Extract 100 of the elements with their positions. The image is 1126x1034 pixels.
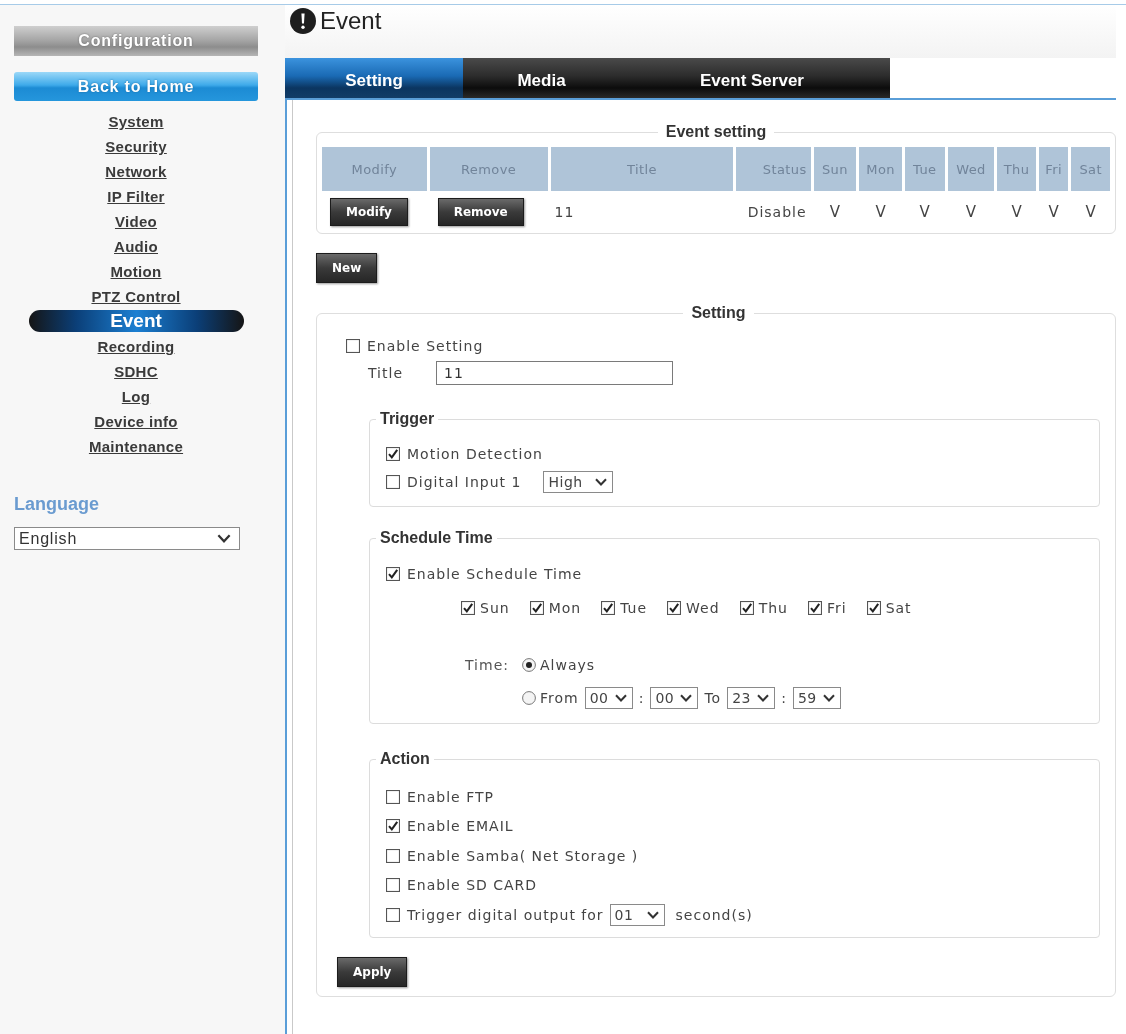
tab[interactable]: Setting xyxy=(285,58,463,98)
tab[interactable]: Event Server xyxy=(640,58,890,98)
chevron-down-icon xyxy=(646,910,659,919)
checkbox[interactable] xyxy=(866,601,881,615)
separator-text: : xyxy=(781,690,787,706)
table-cell-text: V xyxy=(1047,202,1060,223)
nav-link[interactable]: Maintenance xyxy=(88,434,184,459)
checkbox[interactable] xyxy=(386,475,400,489)
unit-label: second(s) xyxy=(675,906,753,923)
checkbox-label: Sat xyxy=(885,600,912,616)
checkbox-label: Enable Schedule Time xyxy=(407,566,583,582)
checkbox[interactable] xyxy=(601,601,616,615)
checkbox[interactable] xyxy=(461,601,475,615)
column-header: Tue xyxy=(904,147,945,191)
nav-link[interactable]: PTZ Control xyxy=(91,284,181,309)
checkbox[interactable] xyxy=(739,601,754,615)
nav-link[interactable]: Event xyxy=(28,310,244,332)
field-label: Time: xyxy=(465,656,510,675)
language-dropdown[interactable]: English xyxy=(14,527,240,550)
checkbox[interactable] xyxy=(386,819,400,834)
title-input[interactable]: 11 xyxy=(436,361,673,385)
chevron-down-icon xyxy=(757,694,770,702)
column-header: Status xyxy=(736,147,811,191)
chevron-down-icon xyxy=(614,694,627,702)
nav-link[interactable]: Video xyxy=(114,209,158,234)
remove-button[interactable]: Remove xyxy=(437,198,524,226)
checkbox-label: Wed xyxy=(686,600,720,616)
nav-link[interactable]: Network xyxy=(105,159,167,184)
checkbox[interactable] xyxy=(529,601,544,615)
checkbox-label: Mon xyxy=(548,600,582,616)
column-header: Modify xyxy=(322,147,427,191)
checkbox-label: Enable SD CARD xyxy=(407,877,538,894)
table-cell-text: V xyxy=(1010,202,1023,223)
nav-link[interactable]: IP Filter xyxy=(107,184,165,209)
language-label: Language xyxy=(14,494,100,515)
chevron-down-icon xyxy=(595,478,608,486)
checkbox[interactable] xyxy=(386,567,400,581)
nav-link[interactable]: Log xyxy=(121,384,151,409)
group-title: Setting xyxy=(690,304,747,322)
checkbox[interactable] xyxy=(386,789,400,804)
group-title: Schedule Time xyxy=(379,529,494,547)
column-header: Thu xyxy=(997,147,1036,191)
checkbox-label: Sun xyxy=(480,600,510,616)
alert-icon xyxy=(290,8,316,34)
nav-link[interactable]: Audio xyxy=(114,234,158,259)
radio-label: From xyxy=(540,690,579,706)
table-cell-text: V xyxy=(918,202,931,223)
modify-button[interactable]: Modify xyxy=(330,198,408,226)
separator-text: : xyxy=(638,690,645,706)
column-header: Sun xyxy=(813,147,857,191)
nav-link[interactable]: Motion xyxy=(110,259,162,284)
checkbox[interactable] xyxy=(346,339,360,353)
table-cell-text: V xyxy=(828,202,842,223)
checkbox-label: Thu xyxy=(758,600,788,616)
checkbox[interactable] xyxy=(807,601,822,615)
group-title: Event setting xyxy=(664,123,768,141)
nav-link[interactable]: SDHC xyxy=(114,359,158,384)
sidebar-header: Configuration xyxy=(14,26,258,56)
checkbox-label: Enable Setting xyxy=(367,338,484,354)
radio-label: Always xyxy=(540,657,596,673)
apply-button[interactable]: Apply xyxy=(337,956,408,987)
column-header: Remove xyxy=(429,147,548,191)
separator-text: To xyxy=(704,690,722,706)
chevron-down-icon xyxy=(680,694,693,702)
checkbox-label: Tue xyxy=(620,600,648,616)
checkbox[interactable] xyxy=(386,447,400,461)
dropdown[interactable]: 00 xyxy=(650,687,699,709)
nav-link[interactable]: System xyxy=(108,109,164,134)
dropdown[interactable]: 00 xyxy=(584,687,633,709)
dropdown[interactable]: 23 xyxy=(727,687,776,709)
table-cell-text: 11 xyxy=(553,203,576,222)
radio-button[interactable] xyxy=(522,658,536,672)
group-title: Action xyxy=(379,750,431,768)
checkbox[interactable] xyxy=(667,601,682,615)
nav-link[interactable]: Recording xyxy=(97,334,175,359)
dropdown[interactable]: High xyxy=(543,471,614,493)
checkbox-label: Enable EMAIL xyxy=(407,818,514,835)
tab[interactable]: Media xyxy=(463,58,640,98)
nav-link[interactable]: Security xyxy=(105,134,167,159)
checkbox-label: Motion Detection xyxy=(407,446,543,462)
checkbox[interactable] xyxy=(386,907,400,922)
dropdown[interactable]: 59 xyxy=(792,687,841,709)
checkbox[interactable] xyxy=(386,878,400,893)
chevron-down-icon xyxy=(822,694,835,702)
column-header: Mon xyxy=(859,147,902,191)
column-header: Fri xyxy=(1038,147,1069,191)
checkbox-label: Digital Input 1 xyxy=(407,474,522,490)
table-cell-text: V xyxy=(1084,202,1097,223)
radio-button[interactable] xyxy=(522,691,536,705)
group-title: Trigger xyxy=(379,410,436,428)
new-button[interactable]: New xyxy=(316,253,378,283)
chevron-down-icon xyxy=(217,534,231,543)
checkbox-label: Fri xyxy=(826,600,847,616)
checkbox-label: Trigger digital output for xyxy=(407,906,604,923)
nav-link[interactable]: Device info xyxy=(94,409,178,434)
table-cell-text: V xyxy=(874,202,887,223)
table-cell-text: Disable xyxy=(746,203,808,222)
page-title: Event xyxy=(320,8,382,34)
dropdown[interactable]: 01 xyxy=(609,903,665,926)
checkbox[interactable] xyxy=(386,848,400,863)
